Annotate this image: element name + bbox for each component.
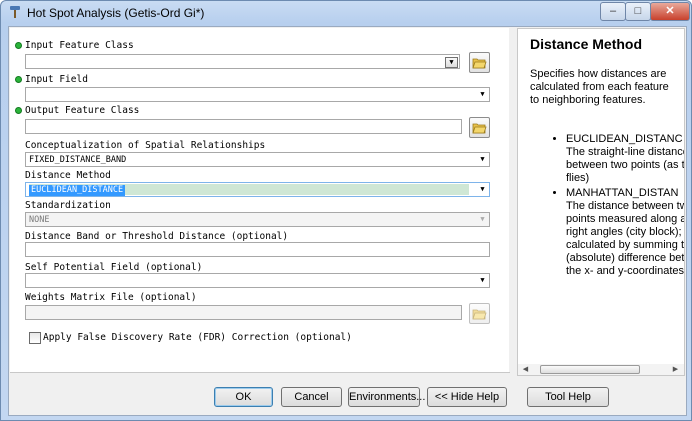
open-folder-icon xyxy=(472,309,487,320)
browse-output-button[interactable] xyxy=(469,117,490,138)
standardization-dropdown[interactable]: NONE ▼ xyxy=(25,212,490,227)
required-icon xyxy=(15,76,22,83)
scrollbar-thumb[interactable] xyxy=(540,365,640,374)
tool-help-button[interactable]: Tool Help xyxy=(527,387,609,407)
window-title: Hot Spot Analysis (Getis-Ord Gi*) xyxy=(27,6,205,20)
distance-band-field[interactable] xyxy=(25,242,490,257)
open-folder-icon xyxy=(472,58,487,69)
required-icon xyxy=(15,42,22,49)
dropdown-arrow-icon[interactable]: ▼ xyxy=(477,89,488,100)
cancel-button[interactable]: Cancel xyxy=(281,387,342,407)
distance-method-dropdown[interactable]: EUCLIDEAN_DISTANCE ▼ xyxy=(25,182,490,197)
help-list-item: MANHATTAN_DISTAN The distance between tw… xyxy=(566,187,684,278)
conceptualization-dropdown[interactable]: FIXED_DISTANCE_BAND ▼ xyxy=(25,152,490,167)
help-list: EUCLIDEAN_DISTANC The straight-line dist… xyxy=(530,133,684,280)
required-icon xyxy=(15,107,22,114)
input-field-label: Input Field xyxy=(25,74,88,85)
fdr-checkbox[interactable] xyxy=(29,332,41,344)
weights-matrix-label: Weights Matrix File (optional) xyxy=(25,292,197,303)
help-list-item: EUCLIDEAN_DISTANC The straight-line dist… xyxy=(566,133,684,185)
weights-matrix-field[interactable] xyxy=(25,305,462,320)
help-description: Specifies how distances are calculated f… xyxy=(530,68,669,106)
input-feature-class-label: Input Feature Class xyxy=(25,40,134,51)
scroll-left-icon[interactable]: ◀ xyxy=(520,364,531,375)
dropdown-arrow-icon[interactable]: ▼ xyxy=(477,275,488,286)
dropdown-arrow-icon: ▼ xyxy=(480,215,485,223)
environments-button[interactable]: Environments... xyxy=(348,387,425,407)
maximize-button[interactable]: □ xyxy=(625,2,651,21)
help-horizontal-scrollbar[interactable]: ◀ ▶ xyxy=(517,364,685,376)
self-potential-dropdown[interactable]: ▼ xyxy=(25,273,490,288)
parameter-form: Input Feature Class ▼ Input Field ▼ Outp… xyxy=(10,28,510,373)
input-field-dropdown[interactable]: ▼ xyxy=(25,87,490,102)
distance-band-label: Distance Band or Threshold Distance (opt… xyxy=(25,231,289,242)
dropdown-arrow-icon[interactable]: ▼ xyxy=(477,184,488,195)
open-folder-icon xyxy=(472,123,487,134)
self-potential-label: Self Potential Field (optional) xyxy=(25,262,203,273)
distance-method-label: Distance Method xyxy=(25,170,111,181)
browse-weights-button[interactable] xyxy=(469,303,490,324)
help-panel: Distance Method Specifies how distances … xyxy=(517,28,685,365)
browse-input-button[interactable] xyxy=(469,52,490,73)
fdr-label: Apply False Discovery Rate (FDR) Correct… xyxy=(43,332,352,343)
close-button[interactable]: ✕ xyxy=(650,2,690,21)
hide-help-button[interactable]: << Hide Help xyxy=(427,387,507,407)
ok-button[interactable]: OK xyxy=(214,387,273,407)
distance-method-value: EUCLIDEAN_DISTANCE xyxy=(29,185,126,196)
dialog-body: Input Feature Class ▼ Input Field ▼ Outp… xyxy=(8,26,687,416)
scroll-right-icon[interactable]: ▶ xyxy=(670,364,681,375)
dropdown-arrow-icon[interactable]: ▼ xyxy=(477,154,488,165)
form-scrollbar[interactable] xyxy=(509,28,515,372)
help-title: Distance Method xyxy=(530,36,643,52)
minimize-button[interactable]: – xyxy=(600,2,626,21)
hammer-tool-icon xyxy=(10,6,20,18)
output-feature-class-field[interactable] xyxy=(25,119,462,134)
input-feature-class-field[interactable]: ▼ xyxy=(25,54,460,69)
output-feature-class-label: Output Feature Class xyxy=(25,105,140,116)
title-bar[interactable]: Hot Spot Analysis (Getis-Ord Gi*) – □ ✕ xyxy=(1,1,691,25)
dropdown-arrow-icon[interactable]: ▼ xyxy=(445,57,458,68)
tool-dialog-window: Hot Spot Analysis (Getis-Ord Gi*) – □ ✕ … xyxy=(0,0,692,421)
conceptualization-label: Conceptualization of Spatial Relationshi… xyxy=(25,140,266,151)
standardization-label: Standardization xyxy=(25,200,111,211)
